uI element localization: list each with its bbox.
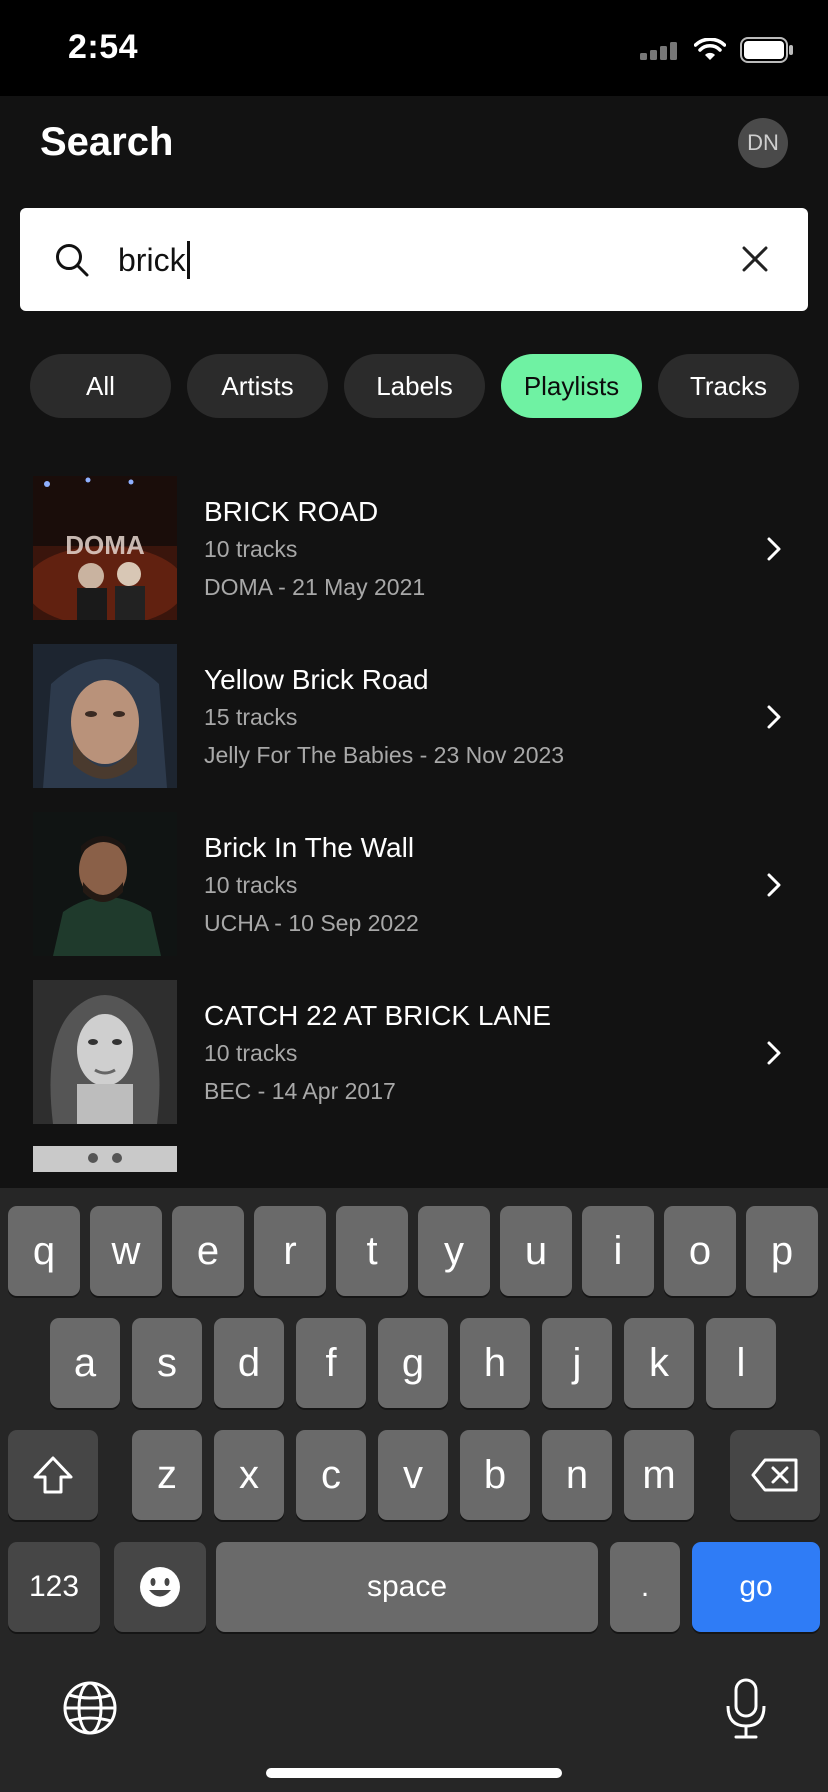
chevron-right-icon	[767, 873, 781, 897]
key-y[interactable]: y	[418, 1206, 490, 1296]
period-key[interactable]: .	[610, 1542, 680, 1632]
status-bar: 2:54	[0, 0, 828, 96]
keyboard: q w e r t y u i o p a s d f g h j k l z …	[0, 1188, 828, 1792]
playlist-title: Brick In The Wall	[204, 832, 415, 863]
playlist-track-count: 10 tracks	[204, 1040, 298, 1066]
keyboard-row-2: a s d f g h j k l	[0, 1318, 828, 1408]
screen: 2:54 Search DN brick All Artists Labels …	[0, 0, 828, 1792]
chevron-right-icon	[767, 537, 781, 561]
key-l[interactable]: l	[706, 1318, 776, 1408]
playlist-row[interactable]: DOMA BRICK ROAD 10 tracks DOMA - 21 May …	[0, 474, 828, 642]
key-d[interactable]: d	[214, 1318, 284, 1408]
key-o[interactable]: o	[664, 1206, 736, 1296]
key-z[interactable]: z	[132, 1430, 202, 1520]
key-i[interactable]: i	[582, 1206, 654, 1296]
space-key[interactable]: space	[216, 1542, 598, 1632]
playlist-meta: DOMA - 21 May 2021	[204, 574, 426, 600]
avatar[interactable]: DN	[738, 118, 788, 168]
wifi-icon	[694, 38, 726, 60]
key-r[interactable]: r	[254, 1206, 326, 1296]
cellular-signal-icon	[640, 42, 677, 60]
filter-chip-labels[interactable]: Labels	[344, 354, 485, 418]
playlist-track-count: 10 tracks	[204, 536, 298, 562]
key-a[interactable]: a	[50, 1318, 120, 1408]
playlist-cover-image	[33, 812, 177, 956]
key-p[interactable]: p	[746, 1206, 818, 1296]
key-h[interactable]: h	[460, 1318, 530, 1408]
playlist-meta: UCHA - 10 Sep 2022	[204, 910, 419, 936]
filter-chip-tracks[interactable]: Tracks	[658, 354, 799, 418]
home-indicator[interactable]	[266, 1768, 562, 1778]
emoji-icon	[140, 1567, 180, 1607]
playlist-meta: BEC - 14 Apr 2017	[204, 1078, 396, 1104]
emoji-key[interactable]	[114, 1542, 206, 1632]
delete-key[interactable]	[730, 1430, 820, 1520]
keyboard-row-3: z x c v b n m	[0, 1430, 828, 1520]
key-x[interactable]: x	[214, 1430, 284, 1520]
playlist-meta: Jelly For The Babies - 23 Nov 2023	[204, 742, 565, 768]
keyboard-row-4: 123 space . go	[0, 1542, 828, 1632]
key-t[interactable]: t	[336, 1206, 408, 1296]
key-w[interactable]: w	[90, 1206, 162, 1296]
filter-chip-artists[interactable]: Artists	[187, 354, 328, 418]
playlist-title: CATCH 22 AT BRICK LANE	[204, 1000, 551, 1031]
status-icons	[640, 36, 794, 64]
filter-chip-playlists[interactable]: Playlists	[501, 354, 642, 418]
playlist-cover-image	[33, 980, 177, 1124]
playlist-row[interactable]: Yellow Brick Road 15 tracks Jelly For Th…	[0, 642, 828, 810]
globe-icon[interactable]	[62, 1680, 118, 1736]
header: Search DN	[0, 96, 828, 206]
battery-icon	[740, 37, 793, 63]
playlist-title: BRICK ROAD	[204, 496, 379, 527]
key-g[interactable]: g	[378, 1318, 448, 1408]
microphone-icon[interactable]	[724, 1678, 768, 1740]
clear-icon[interactable]	[740, 244, 770, 274]
text-caret	[186, 241, 190, 279]
chevron-right-icon	[767, 1041, 781, 1065]
keyboard-row-1: q w e r t y u i o p	[0, 1206, 828, 1296]
playlist-cover-image: DOMA	[33, 476, 177, 620]
playlist-track-count: 15 tracks	[204, 704, 298, 730]
filter-chip-all[interactable]: All	[30, 354, 171, 418]
playlist-title: Yellow Brick Road	[204, 664, 429, 695]
search-icon	[56, 244, 89, 277]
playlist-row[interactable]: Brick In The Wall 10 tracks UCHA - 10 Se…	[0, 810, 828, 978]
key-v[interactable]: v	[378, 1430, 448, 1520]
key-j[interactable]: j	[542, 1318, 612, 1408]
status-time: 2:54	[68, 28, 139, 66]
key-u[interactable]: u	[500, 1206, 572, 1296]
search-text: brick	[118, 241, 186, 278]
key-n[interactable]: n	[542, 1430, 612, 1520]
key-m[interactable]: m	[624, 1430, 694, 1520]
filter-chips: All Artists Labels Playlists Tracks	[30, 354, 800, 418]
numbers-key[interactable]: 123	[8, 1542, 100, 1632]
key-b[interactable]: b	[460, 1430, 530, 1520]
shift-key[interactable]	[8, 1430, 98, 1520]
key-k[interactable]: k	[624, 1318, 694, 1408]
key-c[interactable]: c	[296, 1430, 366, 1520]
results-list: DOMA BRICK ROAD 10 tracks DOMA - 21 May …	[0, 474, 828, 1146]
playlist-row[interactable]: CATCH 22 AT BRICK LANE 10 tracks BEC - 1…	[0, 978, 828, 1146]
playlist-cover-image	[33, 644, 177, 788]
search-input[interactable]: brick	[20, 208, 808, 311]
chevron-right-icon	[767, 705, 781, 729]
search-value: brick	[118, 238, 190, 282]
shift-icon	[33, 1456, 73, 1494]
go-key[interactable]: go	[692, 1542, 820, 1632]
key-e[interactable]: e	[172, 1206, 244, 1296]
partial-playlist-cover-image	[33, 1146, 177, 1172]
page-title: Search	[40, 120, 174, 164]
cover-logo-text: DOMA	[65, 530, 145, 560]
backspace-icon	[751, 1458, 798, 1492]
key-f[interactable]: f	[296, 1318, 366, 1408]
key-s[interactable]: s	[132, 1318, 202, 1408]
playlist-track-count: 10 tracks	[204, 872, 298, 898]
key-q[interactable]: q	[8, 1206, 80, 1296]
